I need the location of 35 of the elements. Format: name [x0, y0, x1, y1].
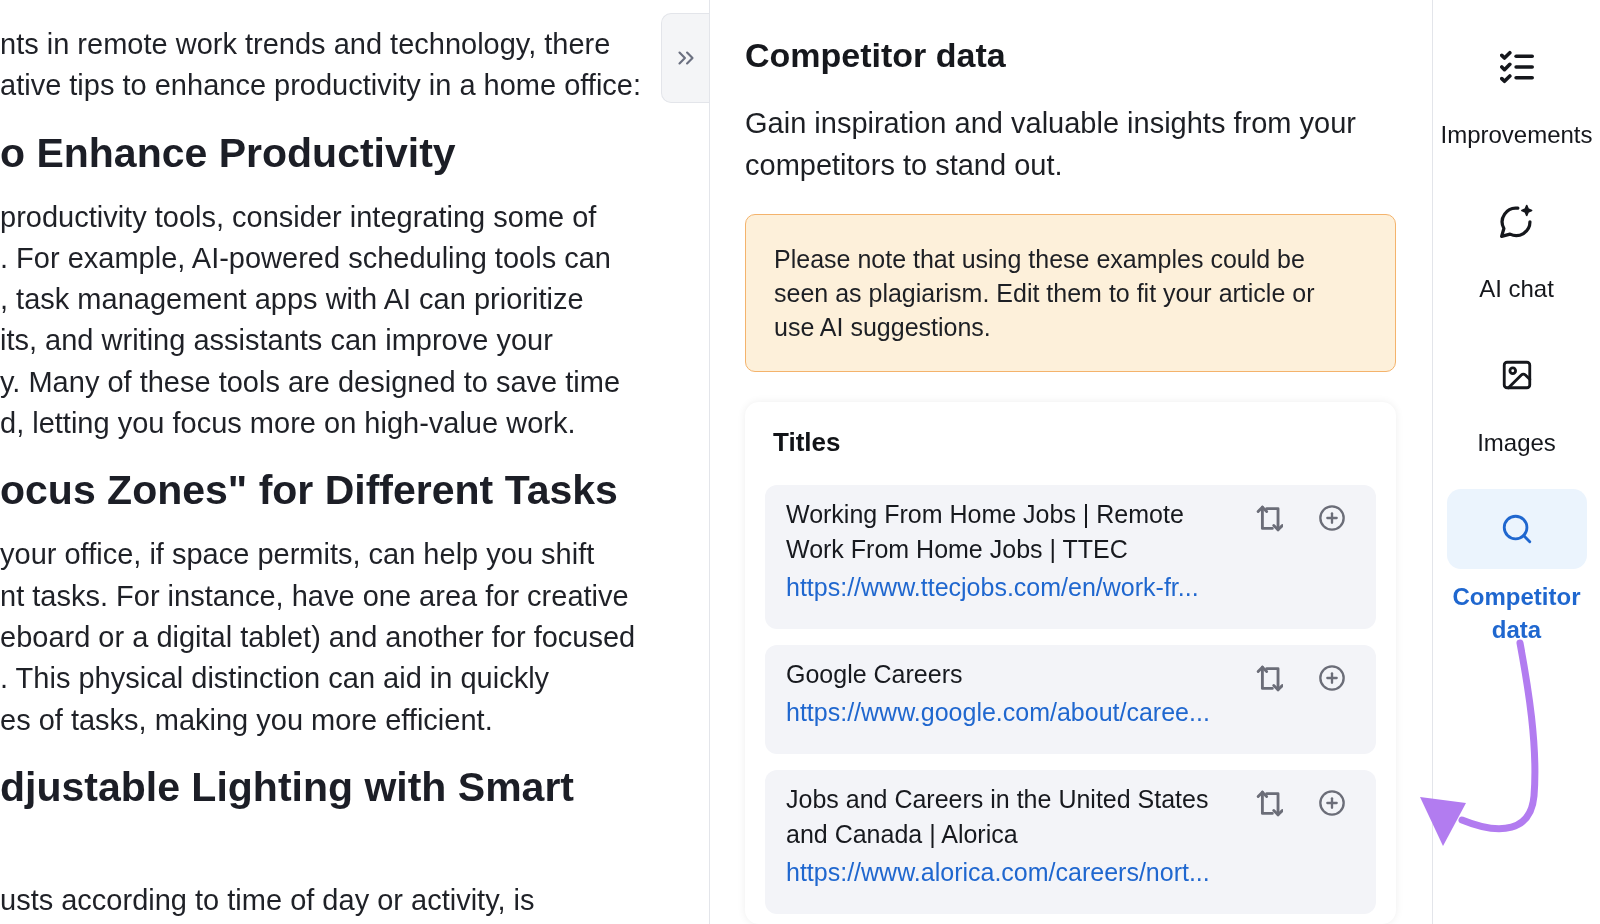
panel-title: Competitor data	[745, 35, 1006, 75]
swap-arrows-icon	[1256, 504, 1283, 532]
result-url-link[interactable]: https://www.google.com/about/caree...	[786, 695, 1210, 730]
result-url-link[interactable]: https://www.alorica.com/careers/nort...	[786, 855, 1210, 890]
plagiarism-notice: Please note that using these examples could be seen as plagiarism. Edit them to fit your article or use AI suggestions.	[745, 214, 1396, 372]
sidebar-tab[interactable]: Competitor data	[1433, 489, 1600, 646]
panel-description: Gain inspiration and valuable insights from your competitors to stand out.	[745, 106, 1357, 183]
checklist-icon	[1499, 50, 1534, 84]
reuse-title-button[interactable]	[1256, 789, 1283, 817]
plus-circle-icon	[1318, 789, 1346, 817]
body-text: nts in remote work trends and technology, there ative tips to enhance productivity in a home office:	[0, 27, 642, 104]
body-text: usts according to time of day or activity, is	[0, 882, 535, 918]
add-title-button[interactable]	[1318, 504, 1346, 532]
reuse-title-button[interactable]	[1256, 504, 1283, 532]
result-url-link[interactable]: https://www.ttecjobs.com/en/work-fr...	[786, 570, 1199, 605]
body-text: your office, if space permits, can help you shift nt tasks. For instance, have one area for creative eboard or a digital tablet) and another for focused . This physical distinction can aid in quickly es of tasks, making you more efficient.	[0, 537, 636, 738]
plus-circle-icon	[1318, 504, 1346, 532]
swap-arrows-icon	[1256, 664, 1283, 692]
section-heading: djustable Lighting with Smart	[0, 762, 574, 811]
sidebar-tab[interactable]: AI chat	[1433, 181, 1600, 305]
reuse-title-button[interactable]	[1256, 664, 1283, 692]
plus-circle-icon	[1318, 664, 1346, 692]
sidebar-tab[interactable]: Improvements	[1433, 27, 1600, 151]
result-title: Google Careers	[786, 659, 963, 690]
add-title-button[interactable]	[1318, 789, 1346, 817]
result-title: Working From Home Jobs | Remote Work From Home Jobs | TTEC	[786, 499, 1185, 565]
swap-arrows-icon	[1256, 789, 1283, 817]
sidebar-tab[interactable]: Images	[1433, 335, 1600, 459]
section-heading: ocus Zones" for Different Tasks	[0, 466, 618, 515]
body-text: productivity tools, consider integrating some of . For example, AI-powered scheduling tools can , task management apps with AI can prioritize its, and writing assistants can improve your y. Many of these tools are designed to save time d, letting you focus more on high-value work.	[0, 199, 621, 442]
add-title-button[interactable]	[1318, 664, 1346, 692]
result-title: Jobs and Careers in the United States and Canada | Alorica	[786, 784, 1210, 850]
section-heading: o Enhance Productivity	[0, 128, 456, 177]
chat-bubble-sparkle-icon	[1499, 204, 1534, 238]
card-heading: Titles	[773, 426, 841, 458]
